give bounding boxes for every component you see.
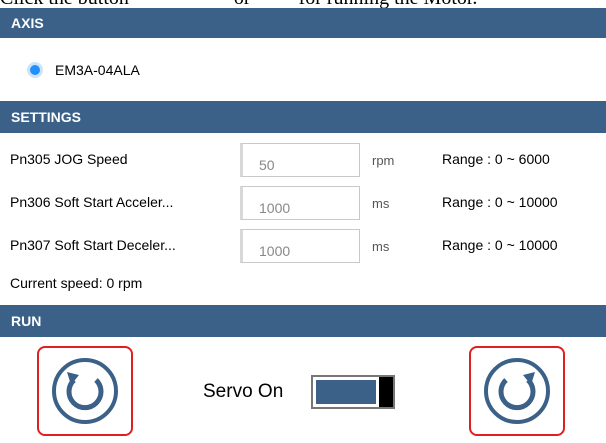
setting-name: Pn305 JOG Speed — [10, 151, 128, 167]
setting-range: Range : 0 ~ 10000 — [442, 237, 558, 253]
axis-option[interactable]: EM3A-04ALA — [27, 58, 140, 82]
setting-unit: ms — [372, 196, 390, 211]
setting-row-pn307: Pn307 Soft Start Deceler... 1000 ms Rang… — [0, 229, 606, 265]
setting-range: Range : 0 ~ 6000 — [442, 151, 550, 167]
caption-left: Click the button — [0, 0, 129, 8]
jog-forward-button[interactable] — [469, 346, 565, 436]
servo-label: Servo On — [203, 381, 284, 402]
toggle-knob[interactable] — [379, 377, 393, 407]
setting-row-pn305: Pn305 JOG Speed 50 rpm Range : 0 ~ 6000 — [0, 143, 606, 179]
axis-header: AXIS — [0, 8, 606, 38]
setting-unit: rpm — [372, 153, 395, 168]
current-speed-readout: Current speed: 0 rpm — [10, 275, 143, 291]
setting-unit: ms — [372, 239, 390, 254]
servo-on-toggle[interactable] — [311, 375, 395, 409]
caption-right: for running the Motor. — [299, 0, 478, 8]
decel-time-input[interactable]: 1000 — [240, 229, 360, 263]
run-header: RUN — [0, 305, 606, 337]
jog-reverse-button[interactable] — [37, 346, 133, 436]
axis-label: EM3A-04ALA — [55, 62, 140, 78]
setting-range: Range : 0 ~ 10000 — [442, 194, 558, 210]
jog-speed-input[interactable]: 50 — [240, 143, 360, 177]
caption-middle: or — [234, 0, 251, 8]
instruction-caption: Click the button or for running the Motor. — [0, 0, 606, 8]
settings-header: SETTINGS — [0, 101, 606, 133]
setting-name: Pn307 Soft Start Deceler... — [10, 237, 176, 253]
accel-time-input[interactable]: 1000 — [240, 186, 360, 220]
setting-name: Pn306 Soft Start Acceler... — [10, 194, 174, 210]
rotate-ccw-icon — [52, 358, 118, 424]
rotate-cw-icon — [484, 358, 550, 424]
radio-selected-icon[interactable] — [27, 62, 43, 78]
setting-row-pn306: Pn306 Soft Start Acceler... 1000 ms Rang… — [0, 186, 606, 222]
toggle-fill — [316, 380, 376, 404]
